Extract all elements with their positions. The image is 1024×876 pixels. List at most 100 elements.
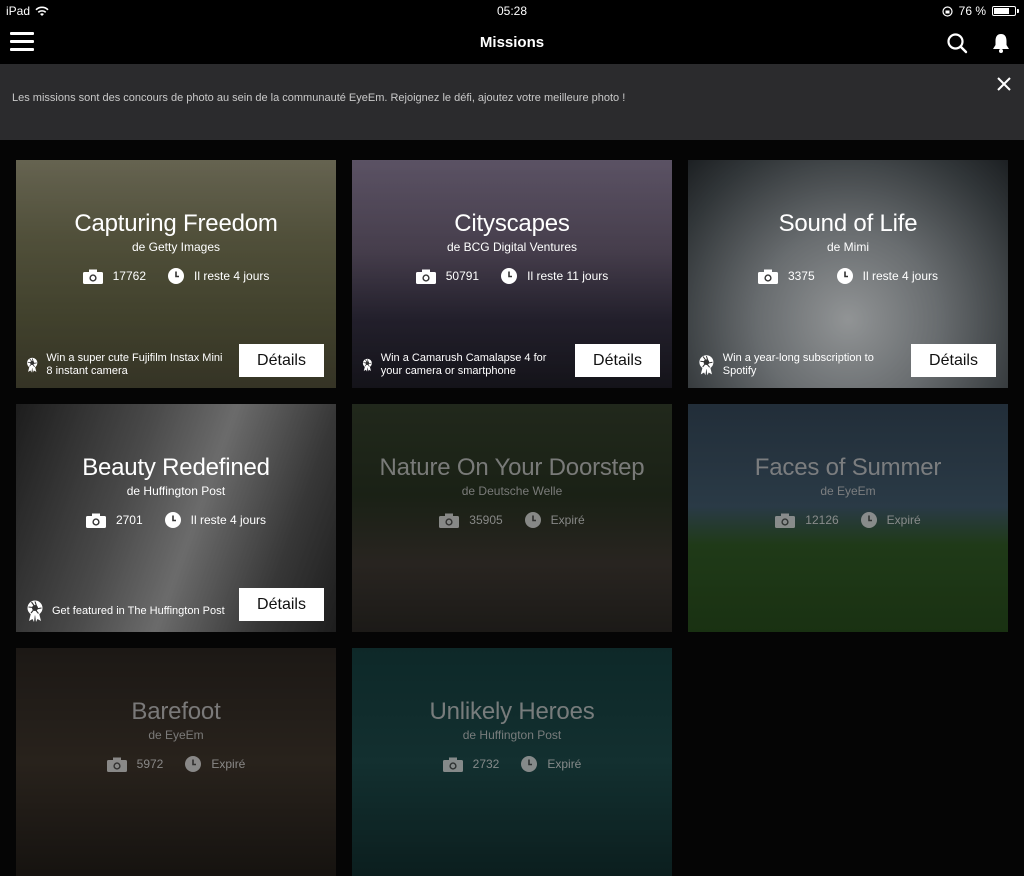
mission-card[interactable]: Cityscapes de BCG Digital Ventures 50791 Il… [352,160,672,388]
award-icon [362,358,372,372]
mission-title: Faces of Summer [754,454,942,481]
camera-icon [106,757,127,772]
time-remaining-value: Expiré [886,513,921,527]
mission-sponsor: de BCG Digital Ventures [446,240,578,254]
photo-count-value: 5972 [136,757,164,771]
photo-count-value: 17762 [112,269,146,283]
info-banner: Les missions sont des concours de photo … [0,64,1024,140]
clock-icon [860,512,877,528]
mission-stats: 12126 Expiré [688,512,1008,528]
mission-stats: 2732 Expiré [352,756,672,772]
photo-count: 2732 [442,757,500,772]
camera-icon [85,513,106,528]
time-remaining-value: Il reste 11 jours [527,269,609,283]
mission-sponsor: de EyeEm [820,484,876,498]
camera-icon [775,513,796,528]
time-remaining-value: Il reste 4 jours [194,269,270,283]
clock-icon [836,268,853,284]
battery-icon [992,6,1019,16]
mission-footer: Win a super cute Fujifilm Instax Mini 8 … [26,344,324,378]
camera-icon [415,269,436,284]
mission-sponsor: de Getty Images [131,240,221,254]
mission-card[interactable]: Unlikely Heroes de Huffington Post 2732 Exp… [352,648,672,876]
mission-footer: Get featured in The Huffington Post Détai… [26,588,324,622]
photo-count: 50791 [415,269,480,284]
time-remaining: Expiré [524,512,585,528]
award-icon [27,600,43,622]
time-remaining: Il reste 4 jours [836,268,938,284]
mission-sponsor: de EyeEm [148,728,204,742]
time-remaining: Il reste 4 jours [164,512,267,528]
time-remaining: Expiré [860,512,921,528]
time-remaining-value: Expiré [211,757,246,771]
mission-card[interactable]: Nature On Your Doorstep de Deutsche Welle… [352,404,672,632]
photo-count-value: 50791 [445,269,480,283]
details-button[interactable]: Détails [239,588,324,621]
mission-title: Barefoot [131,698,221,725]
mission-title: Capturing Freedom [74,210,278,237]
photo-count-value: 2732 [472,757,500,771]
details-button[interactable]: Détails [575,344,660,377]
mission-card[interactable]: Barefoot de EyeEm 5972 Expiré [16,648,336,876]
reward-text: Win a year-long subscription to Spotify [722,352,874,377]
camera-icon [82,269,103,284]
status-time: 05:28 [496,4,528,18]
mission-stats: 50791 Il reste 11 jours [352,268,672,284]
time-remaining-value: Expiré [547,757,582,771]
mission-reward: Win a super cute Fujifilm Instax Mini 8 … [26,352,226,378]
photo-count-value: 2701 [115,513,143,527]
mission-stats: 35905 Expiré [352,512,672,528]
mission-stats: 3375 Il reste 4 jours [688,268,1008,284]
camera-icon [757,269,778,284]
mission-sponsor: de Huffington Post [462,728,562,742]
mission-card[interactable]: Beauty Redefined de Huffington Post 2701 Il… [16,404,336,632]
time-remaining-value: Expiré [550,513,585,527]
time-remaining: Expiré [185,756,245,772]
mission-card[interactable]: Sound of Life de Mimi 3375 Il reste 4 jours… [688,160,1008,388]
clock-icon [524,512,541,528]
mission-stats: 2701 Il reste 4 jours [16,512,336,528]
mission-footer: Win a year-long subscription to Spotify D… [698,344,996,378]
mission-footer: Win a Camarush Camalapse 4 for your came… [362,344,660,378]
clock-icon [168,268,184,284]
reward-text: Win a Camarush Camalapse 4 for your came… [380,352,547,377]
mission-title: Beauty Redefined [82,454,270,481]
award-icon [699,355,714,376]
photo-count: 17762 [82,269,146,284]
clock-icon [164,512,181,528]
details-button[interactable]: Détails [911,344,996,377]
photo-count: 2701 [85,513,143,528]
page-title: Missions [479,34,545,51]
battery-percent: 76 % [958,4,986,18]
mission-stats: 5972 Expiré [16,756,336,772]
mission-card[interactable]: Faces of Summer de EyeEm 12126 Expiré [688,404,1008,632]
close-icon[interactable] [996,76,1012,92]
nav-bar: Missions [0,22,1024,64]
clock-icon [501,268,518,284]
photo-count: 12126 [775,513,839,528]
mission-title: Unlikely Heroes [429,698,595,725]
photo-count: 5972 [106,757,164,772]
details-button[interactable]: Détails [239,344,324,377]
mission-sponsor: de Huffington Post [126,484,226,498]
mission-title: Cityscapes [454,210,570,237]
award-icon [27,357,38,373]
photo-count: 35905 [439,513,503,528]
time-remaining: Il reste 11 jours [501,268,608,284]
time-remaining: Expiré [521,756,581,772]
mission-stats: 17762 Il reste 4 jours [16,268,336,284]
status-bar: iPad 05:28 76 % [0,0,1024,22]
search-icon[interactable] [946,32,968,54]
time-remaining: Il reste 4 jours [168,268,269,284]
mission-title: Nature On Your Doorstep [379,454,645,481]
photo-count: 3375 [757,269,815,284]
mission-reward: Get featured in The Huffington Post [26,600,226,622]
photo-count-value: 35905 [469,513,503,527]
mission-card[interactable]: Capturing Freedom de Getty Images 17762 Il … [16,160,336,388]
reward-text: Win a super cute Fujifilm Instax Mini 8 … [46,352,223,377]
orientation-lock-icon [942,5,953,17]
photo-count-value: 3375 [787,269,815,283]
mission-sponsor: de Deutsche Welle [461,484,563,498]
notification-bell-icon[interactable] [990,32,1012,54]
time-remaining-value: Il reste 4 jours [190,513,267,527]
